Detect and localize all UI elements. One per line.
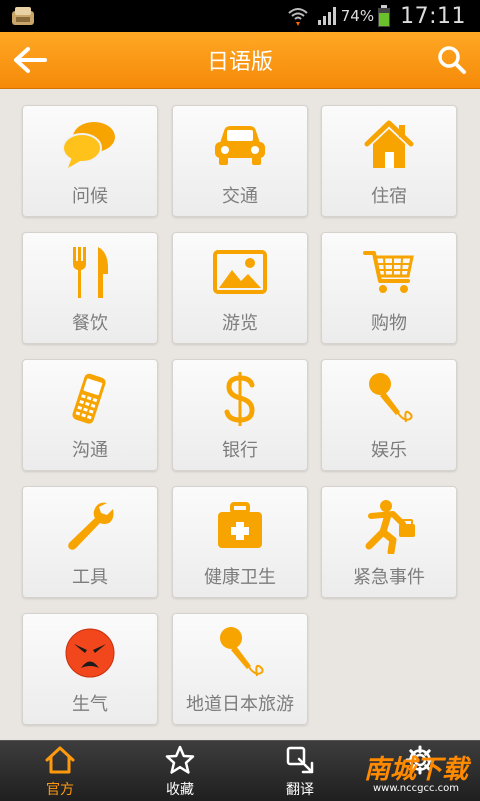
page-title: 日语版 [206, 50, 273, 75]
category-label: 紧急事件 [353, 567, 425, 588]
category-label: 购物 [371, 313, 407, 334]
tab-label: 官方 [46, 782, 74, 798]
category-label: 交通 [222, 186, 258, 207]
dollar-icon [224, 372, 255, 426]
category-tile-transport[interactable]: 交通 [172, 105, 308, 217]
category-tile-lodging[interactable]: 住宿 [321, 105, 457, 217]
category-label: 游览 [222, 313, 258, 334]
mobile-phone-icon [72, 373, 106, 424]
header: 日语版 [0, 32, 480, 89]
house-icon [364, 120, 414, 168]
battery-percent: 74% [340, 7, 375, 25]
watermark-text: 南城下载 [363, 755, 468, 785]
star-icon [165, 745, 195, 774]
clock: 17:11 [400, 3, 466, 29]
arrow-left-icon [14, 47, 47, 73]
category-tile-communication[interactable]: 沟通 [22, 359, 158, 471]
translate-icon [286, 746, 314, 774]
category-tile-shopping[interactable]: 购物 [321, 232, 457, 344]
angry-face-icon [65, 628, 115, 678]
category-label: 生气 [72, 694, 108, 715]
category-label: 问候 [72, 186, 108, 207]
microphone-icon [369, 373, 413, 423]
first-aid-kit-icon [218, 502, 262, 548]
search-icon [438, 46, 466, 74]
status-bar: 74% 17:11 [0, 0, 480, 32]
category-tile-sightseeing[interactable]: 游览 [172, 232, 308, 344]
tab-official[interactable]: 官方 [0, 741, 120, 801]
back-button[interactable] [10, 42, 50, 78]
running-man-icon [365, 500, 415, 554]
wifi-icon [288, 8, 308, 26]
tab-favorites[interactable]: 收藏 [120, 741, 240, 801]
app-notification-icon [12, 7, 34, 25]
category-tile-greeting[interactable]: 问候 [22, 105, 158, 217]
category-label: 餐饮 [72, 313, 108, 334]
tab-translate[interactable]: 翻译 [240, 741, 360, 801]
category-tile-dining[interactable]: 餐饮 [22, 232, 158, 344]
category-label: 工具 [72, 567, 108, 588]
chat-bubbles-icon [62, 122, 115, 168]
car-icon [215, 126, 265, 165]
category-label: 银行 [222, 440, 258, 461]
category-tile-health[interactable]: 健康卫生 [172, 486, 308, 598]
picture-icon [213, 250, 267, 294]
fork-knife-icon [73, 247, 108, 298]
bottom-nav: 官方 收藏 翻译 设置 南城下载 www.nccgcc.co [0, 740, 480, 801]
search-button[interactable] [432, 40, 472, 80]
category-tile-emergency[interactable]: 紧急事件 [321, 486, 457, 598]
category-label: 地道日本旅游 [186, 694, 294, 715]
signal-icon [317, 7, 336, 25]
tab-label: 收藏 [166, 782, 194, 798]
category-label: 住宿 [371, 186, 407, 207]
battery-icon [378, 5, 391, 27]
home-icon [45, 746, 75, 774]
category-label: 沟通 [72, 440, 108, 461]
wrench-icon [68, 502, 114, 550]
category-tile-entertainment[interactable]: 娱乐 [321, 359, 457, 471]
microphone-icon [220, 627, 264, 677]
tab-label: 翻译 [286, 782, 314, 798]
category-label: 娱乐 [371, 440, 407, 461]
shopping-cart-icon [363, 251, 414, 293]
watermark-url: www.nccgcc.com [372, 783, 459, 794]
category-tile-banking[interactable]: 银行 [172, 359, 308, 471]
category-grid: 问候 交通 住宿 餐饮 游览 购物 沟通 银行 娱乐 工具 健康卫生 紧急事件 … [0, 88, 480, 740]
category-tile-angry[interactable]: 生气 [22, 613, 158, 725]
category-tile-tools[interactable]: 工具 [22, 486, 158, 598]
watermark: 南城下载 www.nccgcc.com [356, 747, 476, 799]
category-tile-local-travel[interactable]: 地道日本旅游 [172, 613, 308, 725]
category-label: 健康卫生 [204, 567, 276, 588]
